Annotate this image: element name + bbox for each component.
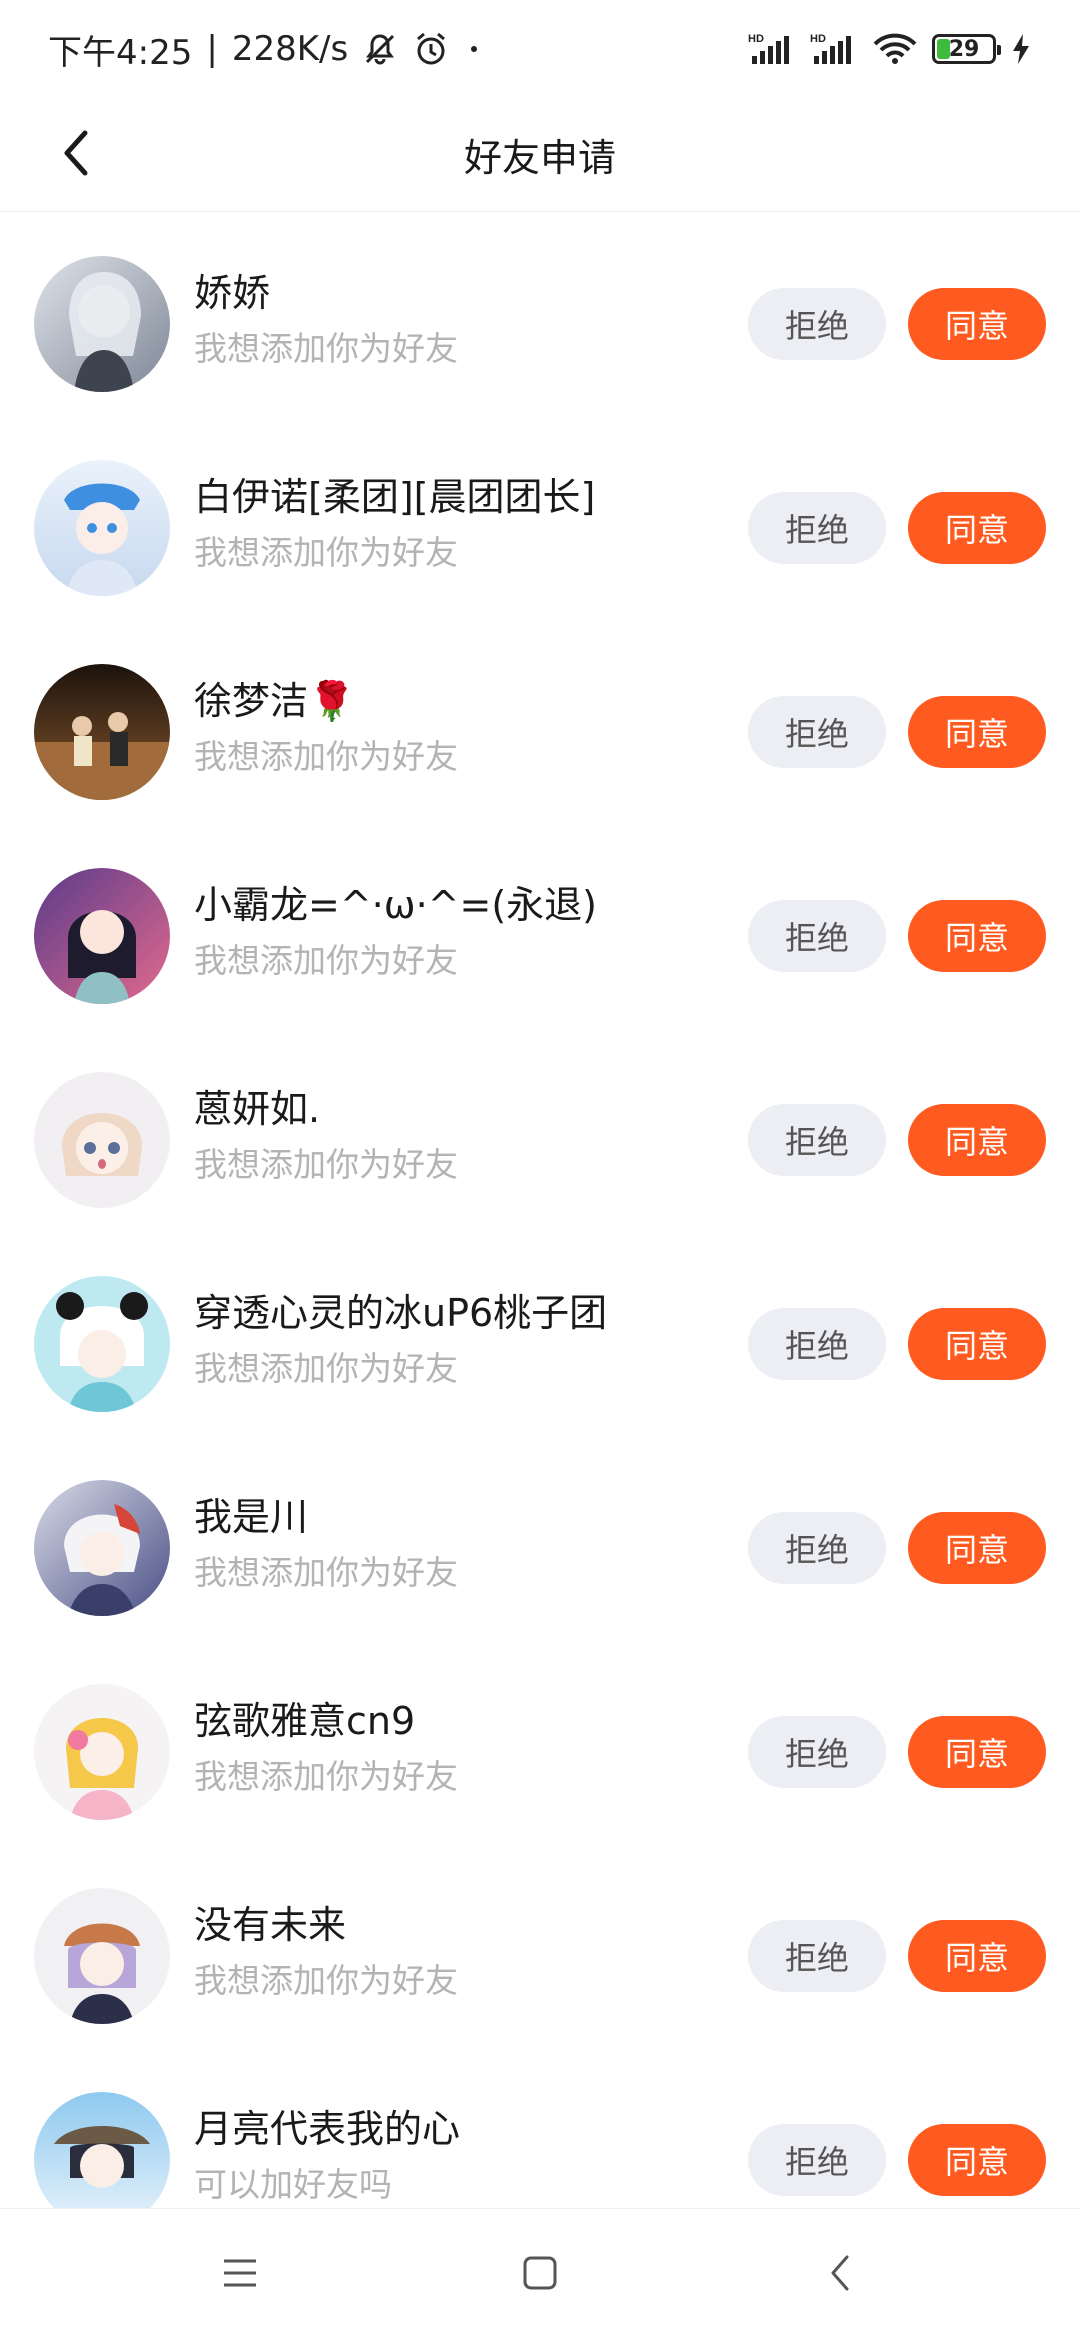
reject-button[interactable]: 拒绝 <box>748 492 886 564</box>
accept-button[interactable]: 同意 <box>908 1104 1046 1176</box>
request-message: 我想添加你为好友 <box>194 737 458 776</box>
header: 好友申请 <box>0 98 1080 212</box>
friend-request-row: 蒽妍如. 我想添加你为好友 拒绝 同意 <box>0 1038 1080 1242</box>
reject-button[interactable]: 拒绝 <box>748 1920 886 1992</box>
accept-button[interactable]: 同意 <box>908 2124 1046 2196</box>
reject-button[interactable]: 拒绝 <box>748 900 886 972</box>
back-button[interactable] <box>40 118 114 192</box>
avatar[interactable] <box>34 256 170 392</box>
request-name: 我是川 <box>194 1495 309 1539</box>
avatar[interactable] <box>34 1480 170 1616</box>
reject-button[interactable]: 拒绝 <box>748 288 886 360</box>
menu-button[interactable] <box>210 2245 270 2305</box>
status-separator: | <box>206 29 218 69</box>
request-message: 我想添加你为好友 <box>194 533 458 572</box>
request-name: 娇娇 <box>194 271 271 315</box>
friend-request-row: 穿透心灵的冰uP6桃子团 我想添加你为好友 拒绝 同意 <box>0 1242 1080 1446</box>
request-name: 徐梦洁🌹 <box>194 679 356 723</box>
friend-request-row: 白伊诺[柔团][晨团团长] 我想添加你为好友 拒绝 同意 <box>0 426 1080 630</box>
request-message: 我想添加你为好友 <box>194 329 458 368</box>
back-chevron-icon <box>825 2253 855 2297</box>
avatar[interactable] <box>34 664 170 800</box>
accept-button[interactable]: 同意 <box>908 492 1046 564</box>
avatar[interactable] <box>34 1276 170 1412</box>
friend-request-row: 娇娇 我想添加你为好友 拒绝 同意 <box>0 222 1080 426</box>
status-speed: 228K/s <box>231 29 349 69</box>
home-button[interactable] <box>510 2245 570 2305</box>
request-name: 月亮代表我的心 <box>194 2107 461 2151</box>
status-time: 下午4:25 <box>48 32 193 73</box>
friend-request-list[interactable]: 娇娇 我想添加你为好友 拒绝 同意 白伊诺[柔团][晨团团长] 我想添加你为好友… <box>0 222 1080 2208</box>
request-name: 穿透心灵的冰uP6桃子团 <box>194 1291 608 1335</box>
request-message: 我想添加你为好友 <box>194 941 458 980</box>
page-title: 好友申请 <box>463 136 616 180</box>
avatar[interactable] <box>34 2092 170 2208</box>
accept-button[interactable]: 同意 <box>908 288 1046 360</box>
reject-button[interactable]: 拒绝 <box>748 2124 886 2196</box>
request-name: 蒽妍如. <box>194 1087 321 1131</box>
friend-request-row: 弦歌雅意cn9 我想添加你为好友 拒绝 同意 <box>0 1650 1080 1854</box>
request-name: 弦歌雅意cn9 <box>194 1699 416 1743</box>
request-message: 可以加好友吗 <box>194 2165 392 2204</box>
reject-button[interactable]: 拒绝 <box>748 1716 886 1788</box>
request-message: 我想添加你为好友 <box>194 1553 458 1592</box>
status-left: 下午4:25 | 228K/s <box>48 25 484 74</box>
charging-icon <box>1010 32 1032 66</box>
mute-icon <box>362 31 398 67</box>
wifi-icon <box>872 32 918 66</box>
accept-button[interactable]: 同意 <box>908 1308 1046 1380</box>
request-message: 我想添加你为好友 <box>194 1145 458 1184</box>
battery-icon: 29 <box>932 34 1001 64</box>
home-square-icon <box>520 2253 560 2297</box>
reject-button[interactable]: 拒绝 <box>748 1512 886 1584</box>
chevron-left-icon <box>57 127 97 183</box>
request-name: 白伊诺[柔团][晨团团长] <box>194 475 596 519</box>
friend-request-row: 没有未来 我想添加你为好友 拒绝 同意 <box>0 1854 1080 2058</box>
friend-request-row: 我是川 我想添加你为好友 拒绝 同意 <box>0 1446 1080 1650</box>
request-message: 我想添加你为好友 <box>194 1757 458 1796</box>
avatar[interactable] <box>34 460 170 596</box>
status-bar: 下午4:25 | 228K/s HD HD 29 <box>0 0 1080 98</box>
avatar[interactable] <box>34 868 170 1004</box>
reject-button[interactable]: 拒绝 <box>748 1104 886 1176</box>
accept-button[interactable]: 同意 <box>908 1512 1046 1584</box>
accept-button[interactable]: 同意 <box>908 1920 1046 1992</box>
request-message: 我想添加你为好友 <box>194 1349 458 1388</box>
system-nav-bar <box>0 2208 1080 2340</box>
battery-level: 29 <box>948 36 980 62</box>
reject-button[interactable]: 拒绝 <box>748 696 886 768</box>
accept-button[interactable]: 同意 <box>908 1716 1046 1788</box>
svg-text:HD: HD <box>810 33 826 45</box>
menu-icon <box>220 2255 260 2295</box>
status-right: HD HD 29 <box>748 32 1032 66</box>
signal-hd-icon: HD <box>748 32 796 66</box>
avatar[interactable] <box>34 1684 170 1820</box>
request-name: 没有未来 <box>194 1903 347 1947</box>
alarm-icon <box>412 30 450 68</box>
friend-request-row: 月亮代表我的心 可以加好友吗 拒绝 同意 <box>0 2058 1080 2208</box>
friend-request-row: 徐梦洁🌹 我想添加你为好友 拒绝 同意 <box>0 630 1080 834</box>
avatar[interactable] <box>34 1888 170 2024</box>
accept-button[interactable]: 同意 <box>908 696 1046 768</box>
dot-icon <box>464 39 484 59</box>
request-message: 我想添加你为好友 <box>194 1961 458 2000</box>
accept-button[interactable]: 同意 <box>908 900 1046 972</box>
avatar[interactable] <box>34 1072 170 1208</box>
request-name: 小霸龙=^·ω·^=(永退) <box>194 883 597 927</box>
system-back-button[interactable] <box>810 2245 870 2305</box>
signal-hd-icon: HD <box>810 32 858 66</box>
friend-request-row: 小霸龙=^·ω·^=(永退) 我想添加你为好友 拒绝 同意 <box>0 834 1080 1038</box>
svg-text:HD: HD <box>748 33 764 45</box>
reject-button[interactable]: 拒绝 <box>748 1308 886 1380</box>
